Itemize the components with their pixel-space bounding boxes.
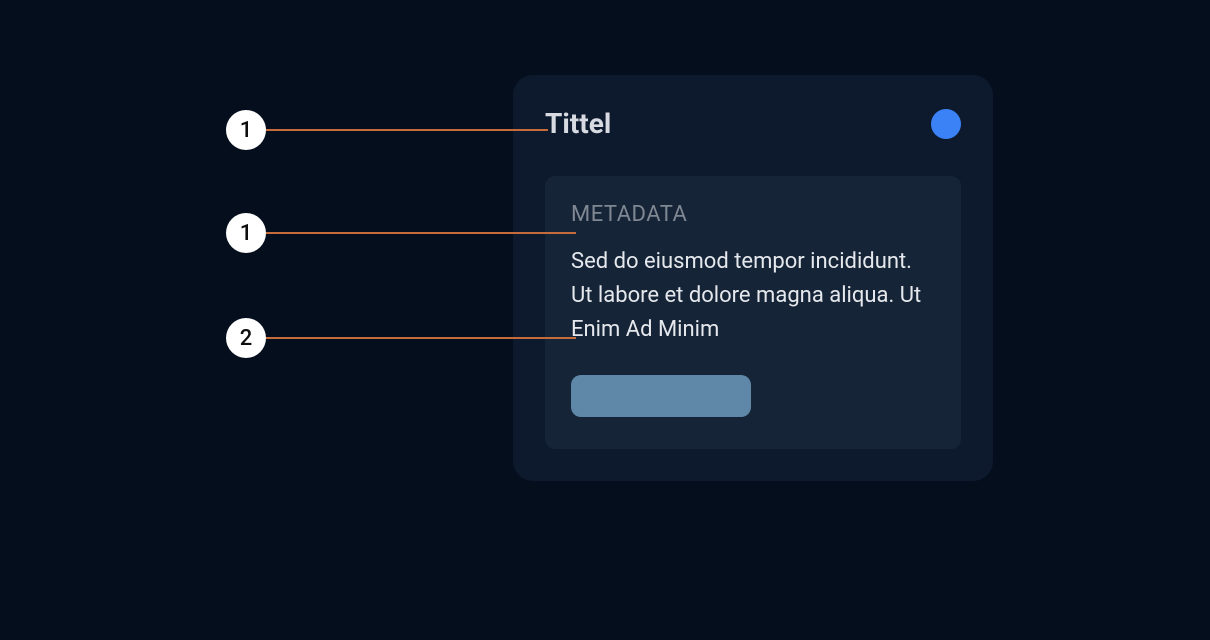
annotation-number-circle: 2	[226, 318, 266, 358]
annotation-line	[266, 337, 576, 339]
description-text: Sed do eiusmod tempor incididunt. Ut lab…	[571, 245, 935, 347]
annotation-marker-2: 1	[226, 213, 576, 253]
annotation-line	[266, 129, 548, 131]
info-card: Tittel METADATA Sed do eiusmod tempor in…	[513, 75, 993, 481]
annotation-marker-1: 1	[226, 110, 548, 150]
action-button[interactable]	[571, 375, 751, 417]
annotation-line	[266, 232, 576, 234]
annotation-marker-3: 2	[226, 318, 576, 358]
metadata-panel: METADATA Sed do eiusmod tempor incididun…	[545, 176, 961, 449]
card-header: Tittel	[545, 107, 961, 140]
annotation-number-circle: 1	[226, 213, 266, 253]
annotation-number-circle: 1	[226, 110, 266, 150]
card-title: Tittel	[545, 107, 611, 140]
metadata-label: METADATA	[571, 202, 935, 227]
status-dot-icon	[931, 109, 961, 139]
